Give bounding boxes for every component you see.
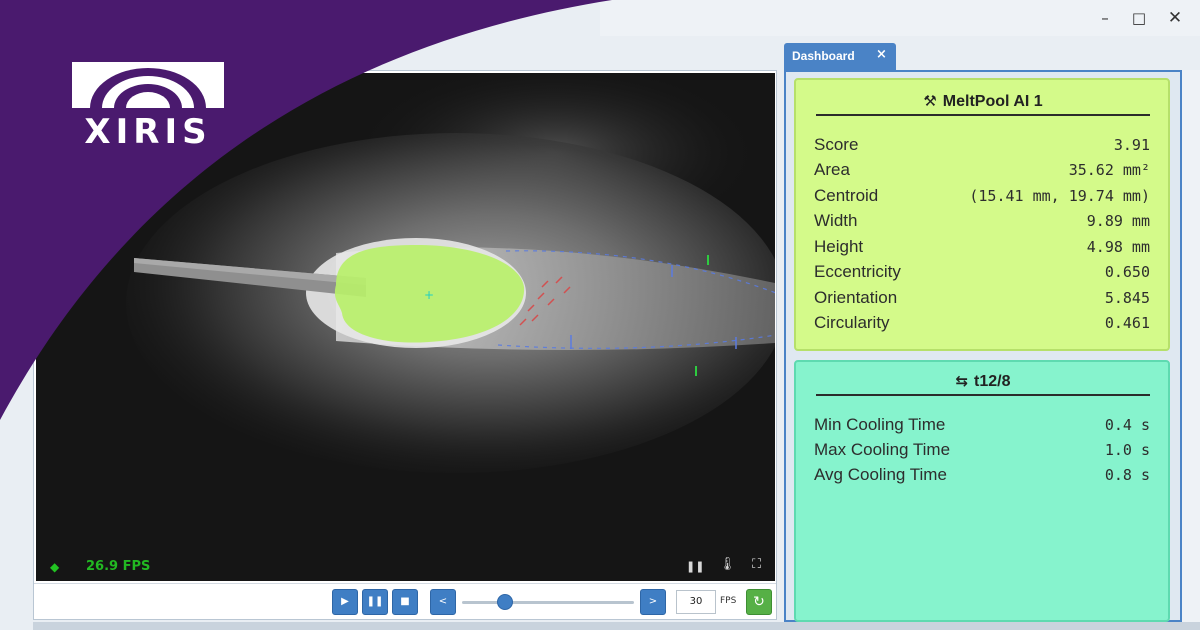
brand-name: XIRIS	[84, 112, 212, 152]
